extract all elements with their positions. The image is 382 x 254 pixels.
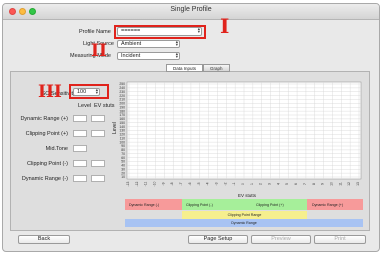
back-button[interactable]: Back (18, 235, 70, 244)
x-tick-label: -10 (153, 181, 157, 186)
y-tick-label: 10 (121, 175, 125, 179)
x-tick-label: 0 (241, 183, 245, 185)
range-bar-dynamic-minus-label: Dynamic Range (-) (129, 202, 160, 207)
print-button[interactable]: Print (314, 235, 366, 244)
x-tick-label: 4 (276, 183, 280, 185)
x-tick-label: -2 (223, 182, 227, 185)
x-tick-label: 9 (321, 183, 325, 185)
range-bar-dynamic-range: Dynamic Range (125, 219, 363, 227)
x-tick-label: 1 (250, 183, 254, 185)
x-tick-label: 8 (312, 183, 316, 185)
range-bar-clipping-minus-label: Clipping Point (-) (186, 202, 213, 207)
x-tick-label: 13 (356, 182, 360, 186)
x-tick-label: 3 (268, 183, 272, 185)
range-bar-dynamic-plus: Dynamic Range (+) (307, 199, 363, 210)
x-tick-label: -12 (135, 181, 139, 186)
x-tick-label: -5 (197, 182, 201, 185)
x-tick-label: 12 (347, 182, 351, 186)
range-bar-dynamic-minus: Dynamic Range (-) (125, 199, 182, 210)
x-tick-label: 5 (285, 183, 289, 185)
x-tick-label: -4 (206, 182, 210, 185)
x-tick-label: -1 (232, 182, 236, 185)
x-tick-label: 10 (329, 182, 333, 186)
range-bar-clipping-plus: Clipping Point (+) (243, 199, 307, 210)
x-tick-label: 6 (294, 183, 298, 185)
preview-button[interactable]: Preview (251, 235, 311, 244)
x-tick-label: -8 (170, 182, 174, 185)
range-bar-clipping-plus-label: Clipping Point (+) (256, 202, 284, 207)
x-tick-label: -13 (126, 181, 130, 186)
page-setup-button[interactable]: Page Setup (188, 235, 248, 244)
x-tick-label: 7 (303, 183, 307, 185)
x-tick-label: -3 (214, 182, 218, 185)
range-bar-clipping-minus: Clipping Point (-) (182, 199, 243, 210)
clipping-point-range-label: Clipping Point Range (227, 213, 262, 217)
x-axis-label: EV stutts (238, 193, 257, 198)
x-tick-label: -11 (144, 182, 148, 187)
x-tick-label: -7 (179, 182, 183, 185)
x-tick-label: -6 (188, 182, 192, 185)
dynamic-range-label: Dynamic Range (231, 221, 257, 225)
x-tick-label: -9 (161, 182, 165, 185)
x-tick-label: 2 (259, 183, 263, 185)
range-bar-dynamic-plus-label: Dynamic Range (+) (312, 202, 344, 207)
range-bar-clipping-point-range: Clipping Point Range (182, 211, 307, 219)
x-tick-label: 11 (338, 182, 342, 186)
